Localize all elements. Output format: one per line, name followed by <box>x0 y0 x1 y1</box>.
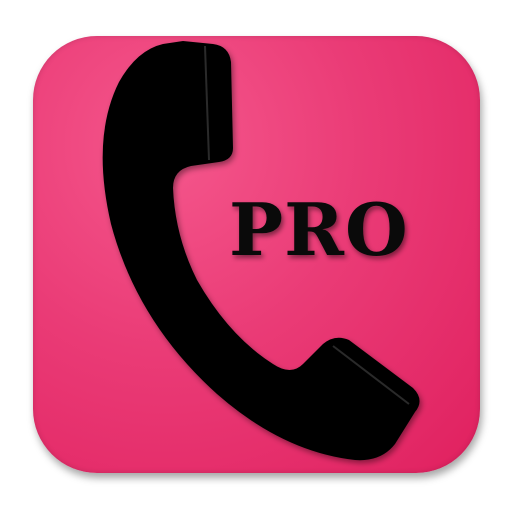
app-icon[interactable]: PRO <box>33 36 480 473</box>
pro-badge-label: PRO <box>229 187 409 272</box>
